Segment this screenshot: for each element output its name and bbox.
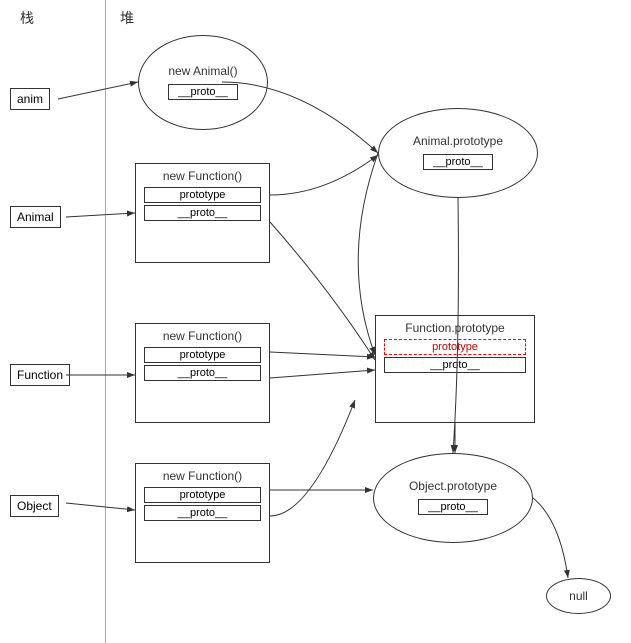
new-function-object-label: new Function() [144, 469, 261, 483]
new-function-object-prototype: prototype [144, 487, 261, 503]
null-label: null [569, 589, 588, 603]
new-function-animal-proto: __proto__ [144, 205, 261, 221]
new-function-object-obj: new Function() prototype __proto__ [135, 463, 270, 563]
new-function-function-label: new Function() [144, 329, 261, 343]
function-prototype-obj: Function.prototype prototype __proto__ [375, 315, 535, 423]
object-prototype-label: Object.prototype [409, 479, 497, 493]
stack-header: 栈 [20, 8, 34, 28]
new-animal-label: new Animal() [168, 64, 237, 78]
new-animal-obj: new Animal() __proto__ [138, 35, 268, 130]
animal-prototype-label: Animal.prototype [413, 134, 503, 148]
new-animal-proto: __proto__ [168, 84, 238, 100]
new-function-animal-prototype: prototype [144, 187, 261, 203]
null-obj: null [546, 578, 611, 614]
object-prototype-proto: __proto__ [418, 499, 488, 515]
new-function-animal-label: new Function() [144, 169, 261, 183]
new-function-function-obj: new Function() prototype __proto__ [135, 323, 270, 423]
stack-label-anim: anim [10, 88, 50, 110]
object-prototype-obj: Object.prototype __proto__ [373, 453, 533, 543]
function-prototype-proto: __proto__ [384, 357, 526, 373]
animal-prototype-obj: Animal.prototype __proto__ [378, 108, 538, 198]
heap-header: 堆 [120, 8, 134, 28]
new-function-animal-obj: new Function() prototype __proto__ [135, 163, 270, 263]
divider [105, 0, 106, 643]
stack-label-function: Function [10, 364, 70, 386]
arrows-svg [0, 0, 631, 643]
stack-label-object: Object [10, 495, 59, 517]
stack-label-animal: Animal [10, 206, 61, 228]
new-function-function-proto: __proto__ [144, 365, 261, 381]
new-function-function-prototype: prototype [144, 347, 261, 363]
new-function-object-proto: __proto__ [144, 505, 261, 521]
diagram: 栈 堆 anim Animal Function Object new Anim… [0, 0, 631, 643]
function-prototype-label: Function.prototype [384, 321, 526, 335]
function-prototype-prototype: prototype [384, 339, 526, 355]
animal-prototype-proto: __proto__ [423, 154, 493, 170]
